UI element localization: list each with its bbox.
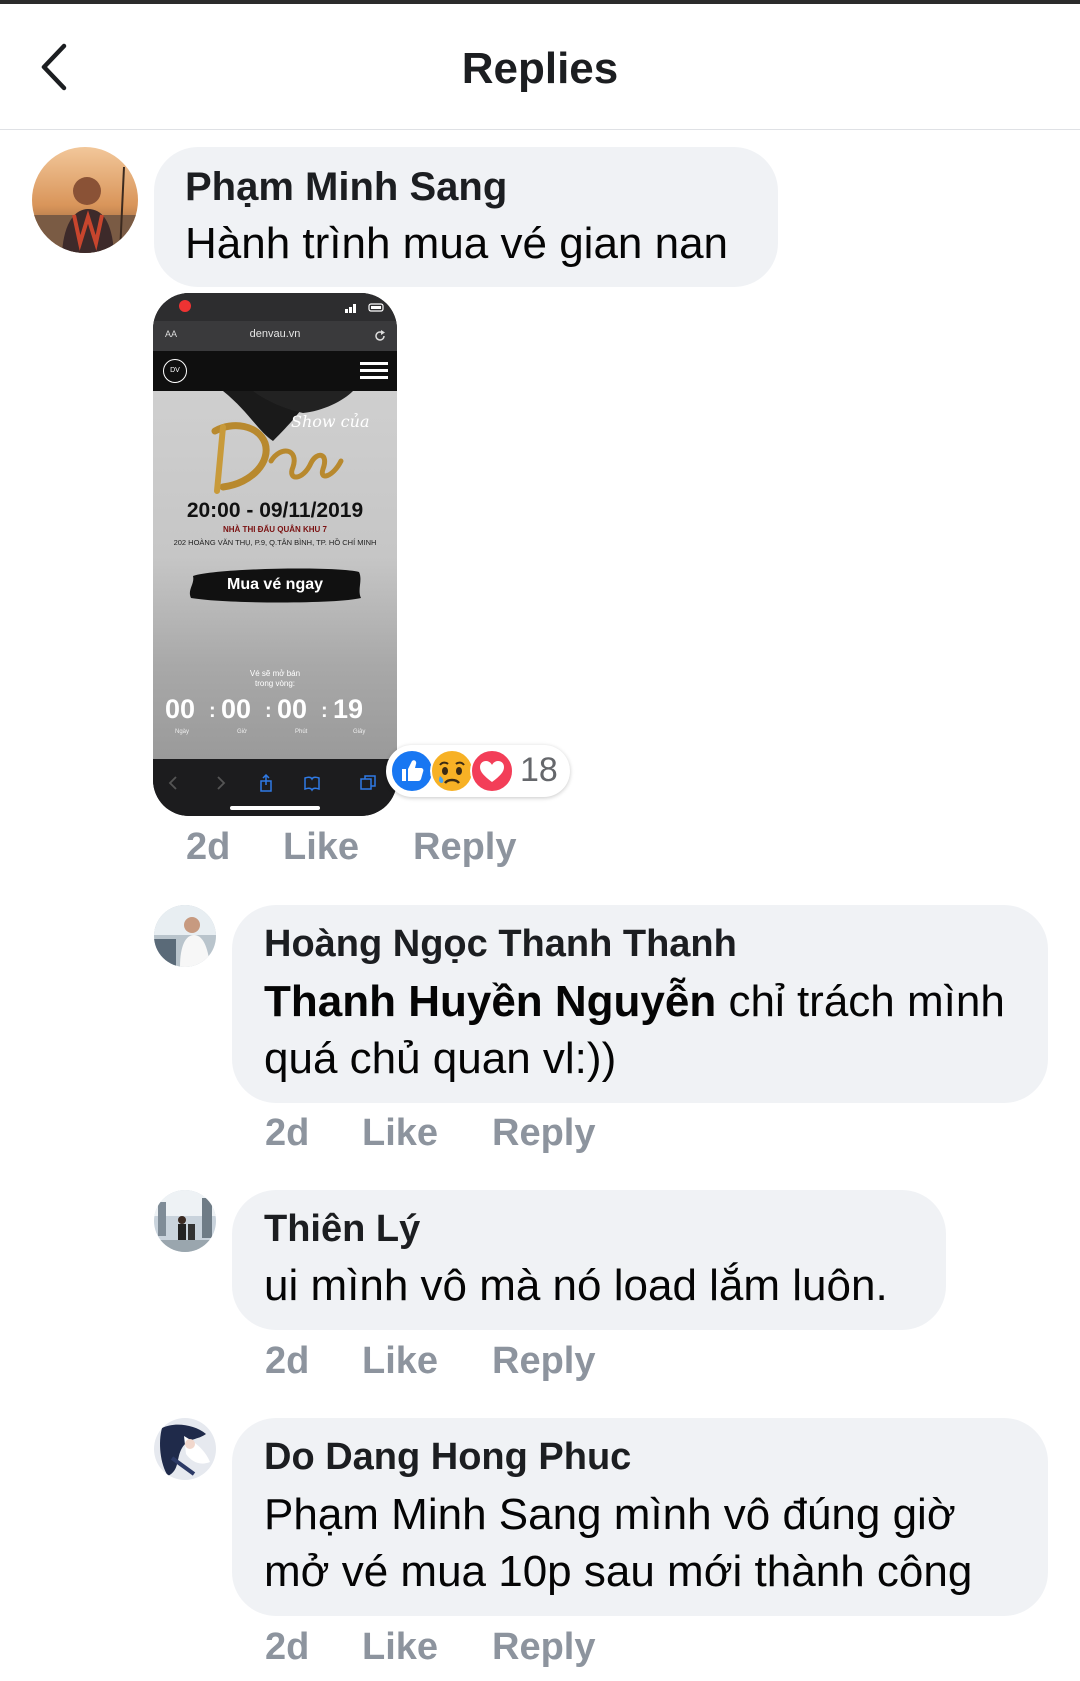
countdown: 00 : 00 : 00 : 19 <box>153 694 397 728</box>
url-text: denvau.vn <box>249 328 301 340</box>
unit-hours: Giờ <box>237 729 247 735</box>
like-button[interactable]: Like <box>362 1340 438 1383</box>
reply-text: ui mình vô mà nó load lắm luôn. <box>264 1261 888 1310</box>
reply-time: 2d <box>265 1112 310 1154</box>
menu-icon <box>360 362 388 380</box>
reply-button[interactable]: Reply <box>492 1626 595 1669</box>
reaction-count: 18 <box>520 751 558 789</box>
countdown-separator: : <box>209 700 216 722</box>
reply-time: 2d <box>265 1340 310 1382</box>
countdown-units: Ngày Giờ Phút Giây <box>153 729 397 739</box>
site-logo: DV <box>163 359 187 383</box>
forward-arrow-icon <box>217 776 226 790</box>
avatar[interactable] <box>154 1190 216 1252</box>
page-title: Replies <box>461 44 619 93</box>
show-title-text: Show của <box>291 412 369 431</box>
sale-note-line: trong vòng: <box>254 679 296 688</box>
like-button[interactable]: Like <box>283 826 359 869</box>
browser-toolbar <box>153 759 397 816</box>
unit-minutes: Phút <box>295 729 308 735</box>
back-arrow-icon <box>168 776 177 790</box>
record-icon <box>179 300 191 312</box>
reply-text: Thanh Huyền Nguyễn chỉ trách mình quá ch… <box>264 973 1034 1087</box>
bookmarks-icon <box>304 776 320 792</box>
like-icon <box>390 749 434 793</box>
venue: NHÀ THI ĐẤU QUÂN KHU 7 <box>223 525 327 534</box>
sad-icon <box>430 749 474 793</box>
countdown-seconds: 19 <box>333 694 364 724</box>
reply-button[interactable]: Reply <box>413 826 516 869</box>
comment-bubble[interactable]: Phạm Minh Sang Hành trình mua vé gian na… <box>154 147 778 287</box>
countdown-hours: 00 <box>221 694 252 724</box>
sale-note-line: Vé sẽ mở bán <box>249 669 301 678</box>
reply-actions: 2d Like Reply <box>265 1626 665 1672</box>
phone-status-bar <box>153 293 397 321</box>
reaction-summary[interactable]: 18 <box>386 745 570 797</box>
comment-time: 2d <box>186 826 231 868</box>
show-date: 20:00 - 09/11/2019 <box>186 499 364 522</box>
avatar[interactable] <box>154 905 216 967</box>
like-button[interactable]: Like <box>362 1626 438 1669</box>
home-indicator <box>230 806 320 810</box>
like-button[interactable]: Like <box>362 1112 438 1155</box>
tabs-icon <box>360 775 376 790</box>
mention-link[interactable]: Thanh Huyền Nguyễn <box>264 977 716 1026</box>
comment-text: Hành trình mua vé gian nan <box>185 219 729 268</box>
countdown-separator: : <box>265 700 272 722</box>
reply-text-line: Phạm Minh Sang mình vô đúng giờ <box>264 1490 956 1539</box>
reply-text-line: mở vé mua 10p sau mới thành công <box>264 1547 973 1596</box>
reply-author[interactable]: Thiên Lý <box>264 1208 420 1251</box>
venue-address: 202 HOÀNG VĂN THỤ, P.9, Q.TÂN BÌNH, TP. … <box>173 538 377 547</box>
avatar[interactable] <box>32 147 138 253</box>
reply-author[interactable]: Do Dang Hong Phuc <box>264 1436 631 1479</box>
share-icon <box>260 774 272 792</box>
show-artwork: Show của <box>211 391 369 494</box>
header: Replies <box>0 4 1080 130</box>
reply-bubble[interactable]: Thiên Lý ui mình vô mà nó load lắm luôn. <box>232 1190 946 1330</box>
unit-seconds: Giây <box>353 729 366 735</box>
site-hero: Show của 20:00 - 09/11/2019 NHÀ THI ĐẤU … <box>153 391 397 759</box>
reply-actions: 2d Like Reply <box>265 1340 665 1386</box>
unit-days: Ngày <box>175 729 190 735</box>
reply-time: 2d <box>265 1626 310 1668</box>
reply-text-line: quá chủ quan vl:)) <box>264 1034 617 1083</box>
love-icon <box>470 749 514 793</box>
site-nav: DV <box>153 351 397 391</box>
buy-ticket-button: Mua vé ngay <box>187 566 363 604</box>
countdown-days: 00 <box>165 694 196 724</box>
reply-text: Phạm Minh Sang mình vô đúng giờ mở vé mu… <box>264 1486 1034 1600</box>
reload-icon <box>375 330 385 341</box>
sale-note: Vé sẽ mở bán trong vòng: <box>153 669 397 689</box>
reply-button[interactable]: Reply <box>492 1340 595 1383</box>
reply-text-part: chỉ trách mình <box>716 977 1005 1026</box>
reply-bubble[interactable]: Hoàng Ngọc Thanh Thanh Thanh Huyền Nguyễ… <box>232 905 1048 1103</box>
reply-actions: 2d Like Reply <box>265 1112 665 1158</box>
countdown-minutes: 00 <box>277 694 308 724</box>
comment-actions: 2d Like Reply <box>186 826 586 872</box>
reply-text-line: Thanh Huyền Nguyễn chỉ trách mình <box>264 973 1034 1030</box>
reply-button[interactable]: Reply <box>492 1112 595 1155</box>
comment-author[interactable]: Phạm Minh Sang <box>185 165 507 210</box>
comment-image[interactable]: AA denvau.vn DV Show của 20:00 - 09/11/2… <box>153 293 397 816</box>
browser-url-bar: AA denvau.vn <box>153 321 397 351</box>
avatar[interactable] <box>154 1418 216 1480</box>
signal-icon <box>345 303 384 313</box>
countdown-separator: : <box>321 700 328 722</box>
reply-author[interactable]: Hoàng Ngọc Thanh Thanh <box>264 923 737 966</box>
buy-ticket-label: Mua vé ngay <box>226 576 324 593</box>
reply-bubble[interactable]: Do Dang Hong Phuc Phạm Minh Sang mình vô… <box>232 1418 1048 1616</box>
